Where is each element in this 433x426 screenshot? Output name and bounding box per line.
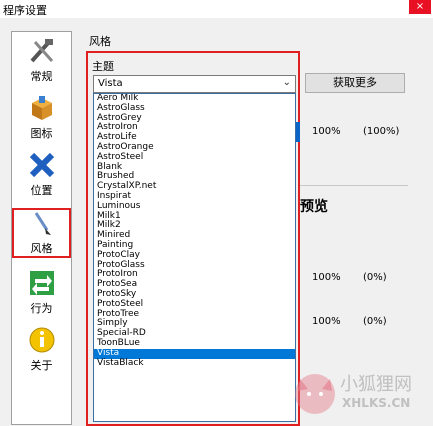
highlight-box: [86, 51, 300, 426]
move-icon: [29, 152, 54, 178]
sidebar: 常规 图标 位置 风格 行为 关于: [11, 31, 72, 425]
fox-logo-icon: [295, 374, 335, 414]
sidebar-item-about[interactable]: 关于: [12, 325, 71, 373]
get-more-button[interactable]: 获取更多: [305, 73, 405, 93]
sidebar-item-label: 图标: [30, 127, 53, 140]
sidebar-item-label: 关于: [30, 359, 53, 372]
row1-range: (100%): [363, 126, 400, 137]
arrow-icon: [29, 271, 54, 295]
row2-value: 100%: [312, 272, 341, 283]
box-icon: [31, 96, 52, 120]
sidebar-item-position[interactable]: 位置: [12, 150, 71, 198]
row3-value: 100%: [312, 316, 341, 327]
watermark-en: XHLKS.CN: [342, 396, 411, 410]
style-group-label: 风格: [89, 35, 111, 48]
row1-value: 100%: [312, 126, 341, 137]
info-icon: [29, 327, 54, 353]
sidebar-item-style[interactable]: 风格: [12, 208, 71, 258]
close-button[interactable]: ×: [409, 0, 431, 14]
title-bar: 程序设置 ×: [0, 0, 433, 18]
row3-range: (0%): [363, 316, 387, 327]
row2-range: (0%): [363, 272, 387, 283]
sidebar-item-general[interactable]: 常规: [12, 36, 71, 84]
sidebar-item-label: 风格: [30, 242, 53, 255]
sidebar-item-label: 常规: [30, 70, 53, 83]
preview-area: 预览: [300, 185, 408, 230]
opacity-slider-fill[interactable]: [296, 122, 300, 142]
window-title: 程序设置: [3, 4, 47, 17]
watermark: 小狐狸网 XHLKS.CN: [290, 362, 430, 422]
sidebar-item-behavior[interactable]: 行为: [12, 268, 71, 316]
sidebar-item-icons[interactable]: 图标: [12, 93, 71, 141]
sidebar-item-label: 行为: [30, 302, 53, 315]
preview-label: 预览: [300, 199, 328, 215]
tools-icon: [30, 39, 53, 63]
sidebar-item-label: 位置: [30, 184, 53, 197]
brush-icon: [34, 212, 51, 235]
watermark-cn: 小狐狸网: [340, 374, 412, 395]
